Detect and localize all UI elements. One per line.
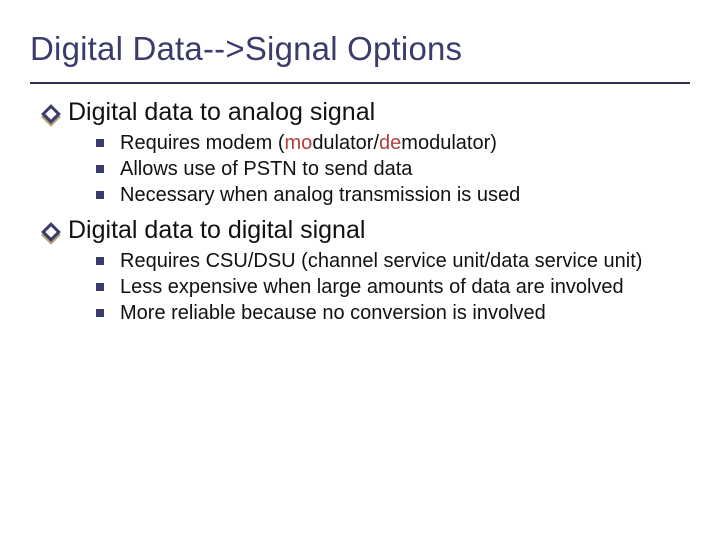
- square-bullet-icon: [96, 139, 104, 147]
- text-fragment: dulator): [429, 132, 497, 154]
- text-fragment: mo: [401, 132, 429, 154]
- text-fragment: Requires modem (: [120, 132, 285, 154]
- diamond-bullet-icon: [41, 222, 61, 242]
- list-item: Less expensive when large amounts of dat…: [120, 275, 624, 300]
- text-accent: de: [379, 132, 401, 154]
- bullet-level2: Requires modem (modulator/demodulator): [96, 131, 676, 156]
- bullet-level2: Allows use of PSTN to send data: [96, 157, 676, 182]
- sublist: Requires CSU/DSU (channel service unit/d…: [96, 249, 676, 326]
- bullet-level2: More reliable because no conversion is i…: [96, 301, 676, 326]
- list-item: Requires CSU/DSU (channel service unit/d…: [120, 249, 642, 274]
- square-bullet-icon: [96, 283, 104, 291]
- title-block: Digital Data-->Signal Options: [0, 0, 720, 76]
- list-item: Necessary when analog transmission is us…: [120, 183, 520, 208]
- list-item: More reliable because no conversion is i…: [120, 301, 546, 326]
- list-item: Requires modem (modulator/demodulator): [120, 131, 497, 156]
- text-fragment: dulator/: [312, 132, 379, 154]
- content-area: Digital data to analog signal Requires m…: [0, 98, 720, 326]
- bullet-level1: Digital data to digital signal: [44, 216, 676, 245]
- title-underline: [30, 82, 690, 84]
- slide-title: Digital Data-->Signal Options: [30, 30, 690, 68]
- diamond-bullet-icon: [41, 104, 61, 124]
- list-item: Allows use of PSTN to send data: [120, 157, 412, 182]
- square-bullet-icon: [96, 257, 104, 265]
- sublist: Requires modem (modulator/demodulator) A…: [96, 131, 676, 208]
- bullet-level2: Less expensive when large amounts of dat…: [96, 275, 676, 300]
- square-bullet-icon: [96, 165, 104, 173]
- section-heading: Digital data to analog signal: [68, 98, 375, 127]
- bullet-level1: Digital data to analog signal: [44, 98, 676, 127]
- bullet-level2: Requires CSU/DSU (channel service unit/d…: [96, 249, 676, 274]
- text-accent: mo: [285, 132, 313, 154]
- square-bullet-icon: [96, 191, 104, 199]
- section-heading: Digital data to digital signal: [68, 216, 365, 245]
- bullet-level2: Necessary when analog transmission is us…: [96, 183, 676, 208]
- slide: Digital Data-->Signal Options Digital da…: [0, 0, 720, 540]
- square-bullet-icon: [96, 309, 104, 317]
